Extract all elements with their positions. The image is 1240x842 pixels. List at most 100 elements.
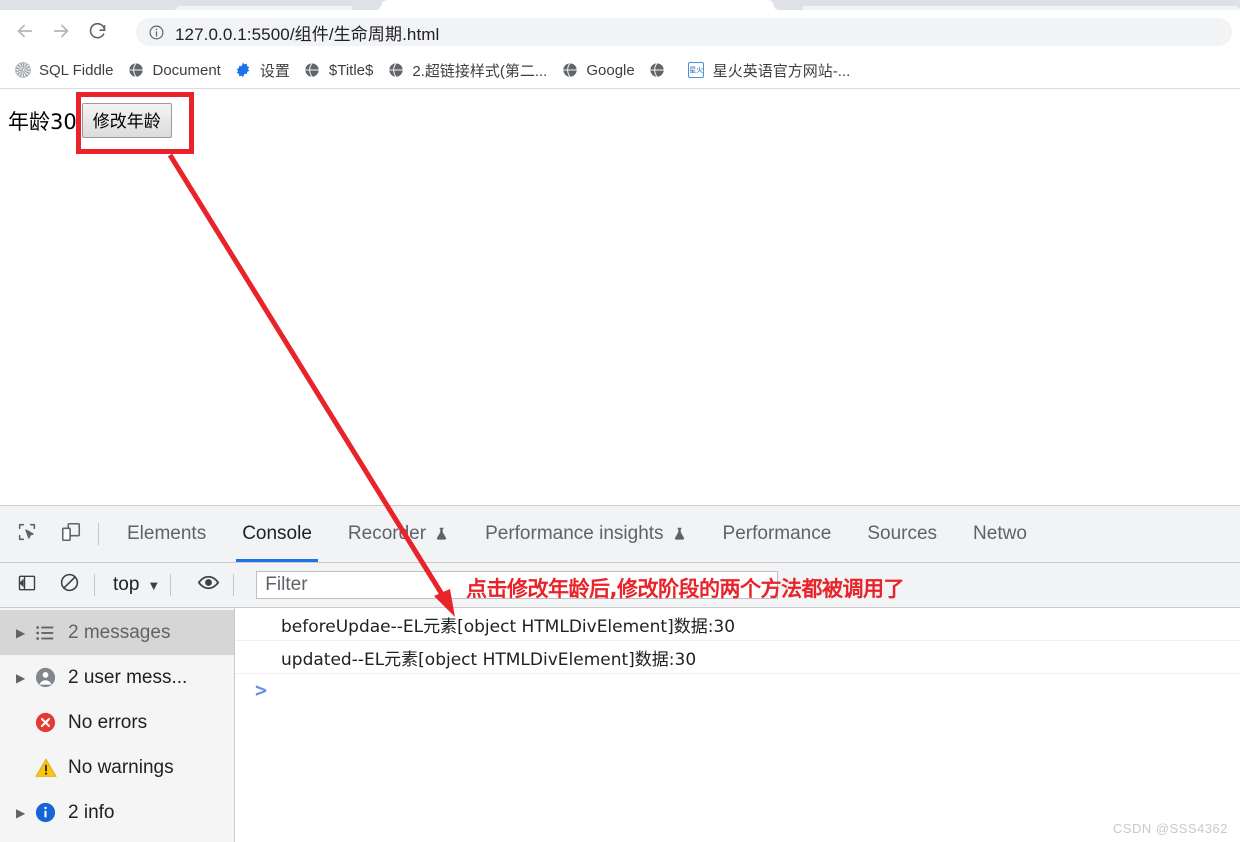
address-bar[interactable]: 127.0.0.1:5500/组件/生命周期.html (136, 18, 1232, 46)
tab-right-curve (773, 0, 803, 10)
reload-icon (87, 21, 108, 42)
live-expression-button[interactable] (193, 570, 223, 600)
flask-icon (434, 525, 449, 543)
tab-label: Netwo (973, 523, 1027, 544)
tab-label: Performance (722, 523, 832, 544)
tab-console[interactable]: Console (224, 506, 330, 562)
watermark: CSDN @SSS4362 (1112, 821, 1228, 836)
flask-icon (672, 525, 687, 543)
console-log-row[interactable]: beforeUpdae--EL元素[object HTMLDivElement]… (235, 608, 1240, 641)
chevron-down-icon: ▼ (147, 577, 161, 593)
tab-strip (0, 0, 1240, 11)
toolbar-divider (170, 574, 172, 596)
tab-label: Sources (867, 523, 938, 544)
console-prompt[interactable]: > (235, 674, 1240, 706)
tab-label: Recorder (347, 523, 427, 544)
sidebar-item-label: 2 info (68, 801, 115, 823)
info-icon (34, 801, 60, 824)
console-sidebar-toggle-button[interactable] (12, 570, 42, 600)
bookmark-google[interactable]: Google (561, 57, 635, 83)
tab-sources[interactable]: Sources (849, 506, 955, 562)
bookmark-label: Google (586, 61, 635, 79)
bookmark-label: $Title$ (328, 61, 374, 79)
age-text: 年龄30 (8, 109, 77, 134)
device-toolbar-icon (60, 521, 82, 548)
live-expression-icon (197, 571, 220, 599)
sidebar-item-label: No errors (68, 711, 148, 733)
bookmark-settings[interactable]: 设置 (235, 57, 290, 83)
console-log-row[interactable]: updated--EL元素[object HTMLDivElement]数据:3… (235, 641, 1240, 674)
active-browser-tab[interactable] (380, 0, 775, 10)
console-sidebar: ▶ 2 messages ▶ 2 user mess... ▶ (0, 608, 235, 842)
tab-elements[interactable]: Elements (109, 506, 224, 562)
filter-placeholder: Filter (265, 574, 308, 595)
forward-button[interactable] (46, 16, 76, 46)
bookmark-hyperlink-style[interactable]: 2.超链接样式(第二... (387, 57, 547, 83)
tab-performance-insights[interactable]: Performance insights (467, 506, 704, 562)
site-info-icon[interactable] (148, 24, 165, 41)
modify-age-button[interactable]: 修改年龄 (81, 103, 172, 138)
tab-performance[interactable]: Performance (705, 506, 850, 562)
execution-context-selector[interactable]: top ▼ (113, 574, 160, 596)
toolbar-divider (233, 574, 235, 596)
bookmark-label: 设置 (259, 62, 290, 80)
sidebar-item-warnings[interactable]: ▶ No warnings (0, 745, 234, 790)
globe-favicon (649, 62, 666, 79)
address-bar-url: 127.0.0.1:5500/组件/生命周期.html (175, 24, 440, 44)
bookmark-label: 星火英语官方网站-... (712, 62, 851, 80)
bookmark-label: SQL Fiddle (39, 61, 114, 79)
arrow-left-icon (14, 20, 36, 42)
xinghuo-favicon: 星火 (688, 62, 705, 79)
list-icon (34, 622, 60, 644)
clear-console-icon (59, 572, 80, 598)
console-sidebar-toggle-icon (17, 573, 37, 598)
age-row: 年龄30 修改年龄 (8, 103, 172, 138)
bookmark-unnamed[interactable] (649, 57, 674, 83)
clear-console-button[interactable] (54, 570, 84, 600)
bookmark-document[interactable]: Document (127, 57, 221, 83)
console-log-text: updated--EL元素[object HTMLDivElement]数据:3… (281, 649, 697, 670)
console-body: ▶ 2 messages ▶ 2 user mess... ▶ (0, 608, 1240, 842)
sidebar-item-label: No warnings (68, 756, 174, 778)
chevron-right-icon[interactable]: ▶ (16, 626, 34, 640)
bookmark-label: 2.超链接样式(第二... (412, 62, 548, 80)
bookmarks-bar: SQL Fiddle Document 设置 $Title$ 2.超链接样式(第 (0, 52, 1240, 89)
arrow-right-icon (50, 20, 72, 42)
inspect-element-button[interactable] (10, 517, 44, 551)
globe-favicon (304, 62, 321, 79)
sidebar-item-user-messages[interactable]: ▶ 2 user mess... (0, 655, 234, 700)
annotation-note: 点击修改年龄后,修改阶段的两个方法都被调用了 (466, 577, 904, 601)
warning-icon (34, 756, 60, 780)
sidebar-item-label: 2 user mess... (68, 666, 188, 688)
chevron-right-icon[interactable]: ▶ (16, 806, 34, 820)
bookmark-title[interactable]: $Title$ (304, 57, 373, 83)
console-log-text: beforeUpdae--EL元素[object HTMLDivElement]… (281, 616, 736, 637)
tab-label: Console (242, 523, 312, 544)
globe-favicon (387, 62, 404, 79)
tab-network[interactable]: Netwo (955, 506, 1045, 562)
chevron-right-icon[interactable]: ▶ (16, 671, 34, 685)
sidebar-item-info[interactable]: ▶ 2 info (0, 790, 234, 835)
browser-window: 127.0.0.1:5500/组件/生命周期.html SQL Fiddle D… (0, 0, 1240, 842)
page-viewport: 年龄30 修改年龄 (0, 89, 1240, 505)
bookmark-sql-fiddle[interactable]: SQL Fiddle (14, 57, 113, 83)
reload-button[interactable] (82, 16, 112, 46)
prompt-caret-icon: > (255, 678, 268, 702)
globe-favicon (127, 62, 144, 79)
console-messages: beforeUpdae--EL元素[object HTMLDivElement]… (235, 608, 1240, 842)
bookmark-xinghuo[interactable]: 星火 星火英语官方网站-... (688, 57, 851, 83)
sql-fiddle-favicon (14, 62, 31, 79)
inspect-element-icon (16, 521, 38, 548)
toolbar-divider (94, 574, 95, 596)
tab-recorder[interactable]: Recorder (330, 506, 467, 562)
tab-label: Performance insights (485, 523, 664, 544)
back-button[interactable] (10, 16, 40, 46)
error-icon (34, 711, 60, 734)
device-toolbar-button[interactable] (54, 517, 88, 551)
sidebar-item-errors[interactable]: ▶ No errors (0, 700, 234, 745)
tab-label: Elements (127, 523, 207, 544)
sidebar-item-messages[interactable]: ▶ 2 messages (0, 610, 234, 655)
toolbar-divider (98, 523, 99, 545)
execution-context-label: top (113, 574, 140, 595)
devtools-tab-bar: Elements Console Recorder Performance in… (0, 506, 1240, 563)
